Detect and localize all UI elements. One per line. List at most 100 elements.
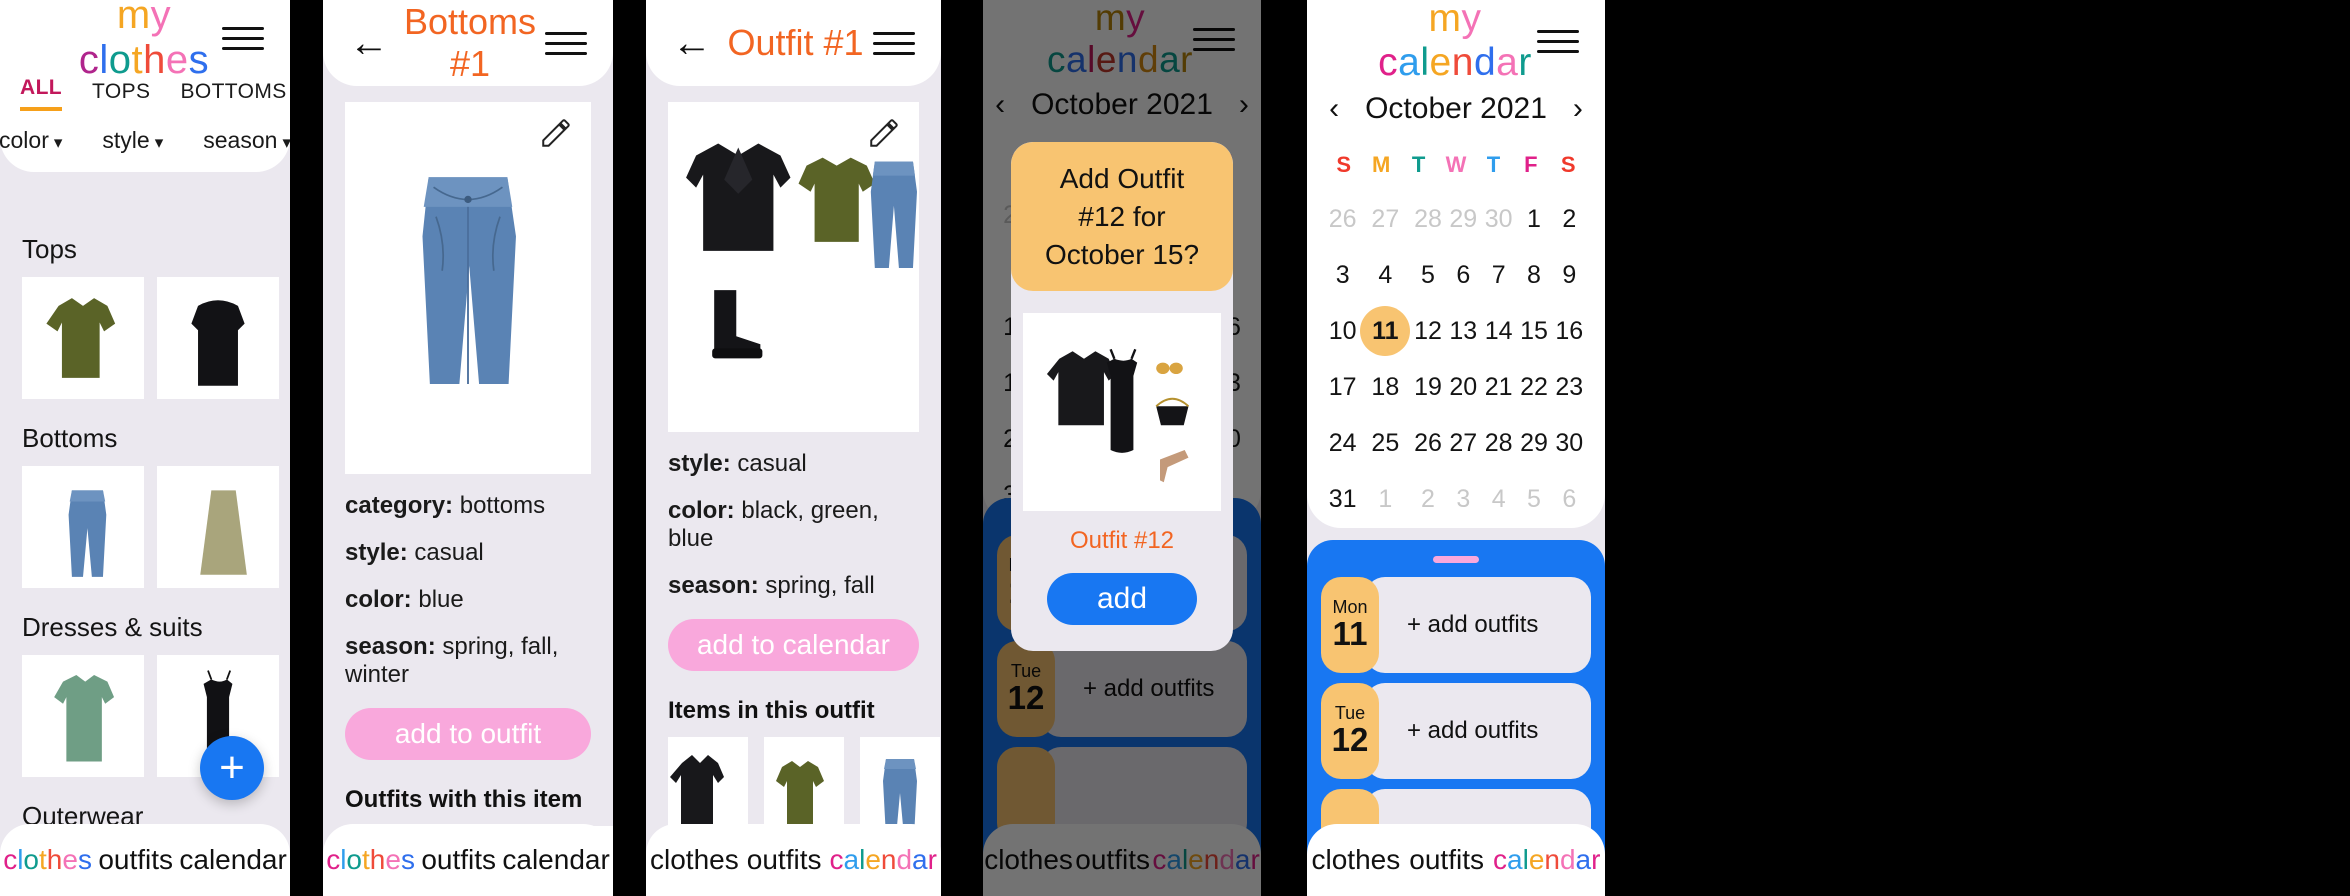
hamburger-icon[interactable]	[222, 26, 264, 50]
attribute-row: style: casual	[345, 539, 484, 566]
calendar-day[interactable]: 20	[1446, 362, 1481, 412]
calendar-day[interactable]: 29	[1516, 418, 1551, 468]
hamburger-icon[interactable]	[873, 31, 915, 55]
nav-calendar[interactable]: calendar	[830, 844, 937, 876]
nav-clothes[interactable]: clothes	[650, 844, 739, 876]
calendar-day[interactable]: 2	[1410, 474, 1445, 524]
add-item-fab[interactable]: +	[200, 736, 264, 800]
nav-clothes[interactable]: clothes	[1312, 844, 1401, 876]
calendar-day[interactable]: 12	[1410, 306, 1445, 356]
calendar-day[interactable]: 13	[1446, 306, 1481, 356]
nav-clothes[interactable]: clothes	[3, 844, 92, 876]
nav-outfits[interactable]: outfits	[1409, 844, 1484, 876]
day-row[interactable]: Tue 12 + add outfits	[1321, 683, 1591, 779]
calendar-day[interactable]: 26	[1410, 418, 1445, 468]
bottom-nav[interactable]: clothesoutfitscalendar	[323, 824, 613, 896]
bottom-nav[interactable]: clothesoutfitscalendar	[646, 824, 941, 896]
calendar-day[interactable]: 28	[1481, 418, 1516, 468]
calendar-day[interactable]: 26	[1325, 194, 1360, 244]
month-switcher[interactable]: ‹ October 2021 ›	[1307, 82, 1605, 152]
hamburger-icon[interactable]	[545, 31, 587, 55]
calendar-day[interactable]: 31	[1325, 474, 1360, 524]
calendar-day[interactable]: 6	[1446, 250, 1481, 300]
pencil-icon[interactable]	[867, 116, 901, 150]
hamburger-icon[interactable]	[1537, 29, 1579, 53]
clothing-item-cell[interactable]	[22, 655, 144, 777]
filter-row[interactable]: color ▾ style ▾ season ▾	[0, 117, 290, 172]
calendar-day[interactable]: 28	[1410, 194, 1445, 244]
pencil-icon[interactable]	[539, 116, 573, 150]
nav-calendar[interactable]: calendar	[179, 844, 286, 876]
calendar-grid[interactable]: 2627282930123456789101112131415161718192…	[1307, 190, 1605, 524]
calendar-day[interactable]: 30	[1552, 418, 1587, 468]
calendar-day[interactable]: 17	[1325, 362, 1360, 412]
calendar-day[interactable]: 3	[1446, 474, 1481, 524]
chevron-right-icon[interactable]: ›	[1573, 92, 1583, 126]
item-grid[interactable]: +	[0, 466, 290, 588]
tab-bottoms[interactable]: BOTTOMS	[180, 80, 286, 111]
calendar-day[interactable]: 8	[1516, 250, 1551, 300]
attribute-row: season: spring, fall, winter	[345, 633, 559, 688]
calendar-day[interactable]: 2	[1552, 194, 1587, 244]
filter-style[interactable]: style ▾	[102, 127, 163, 154]
calendar-day[interactable]: 1	[1360, 474, 1410, 524]
category-tabs[interactable]: ALLTOPSBOTTOMSDRESSES & SUITSO	[0, 76, 290, 117]
calendar-day[interactable]: 16	[1552, 306, 1587, 356]
calendar-day[interactable]: 10	[1325, 306, 1360, 356]
arrow-left-icon[interactable]: ←	[349, 23, 395, 63]
nav-outfits[interactable]: outfits	[98, 844, 173, 876]
panel-bottoms-detail: ← Bottoms #1 category: bottoms style: cas…	[323, 0, 613, 896]
nav-outfits[interactable]: outfits	[747, 844, 822, 876]
nav-calendar[interactable]: calendar	[1493, 844, 1600, 876]
sheet-drag-handle[interactable]	[1433, 556, 1479, 563]
bottom-nav[interactable]: clothesoutfitscalendar	[0, 824, 290, 896]
calendar-day[interactable]: 22	[1516, 362, 1551, 412]
tab-tops[interactable]: TOPS	[92, 80, 150, 111]
attribute-row: color: blue	[345, 586, 464, 613]
calendar-day[interactable]: 24	[1325, 418, 1360, 468]
filter-season[interactable]: season ▾	[203, 127, 290, 154]
clothing-item-cell[interactable]	[157, 466, 279, 588]
calendar-day[interactable]: 5	[1516, 474, 1551, 524]
day-row[interactable]: Mon 11 + add outfits	[1321, 577, 1591, 673]
olive-skirt-illustration	[200, 490, 247, 575]
chevron-left-icon[interactable]: ‹	[1329, 92, 1339, 126]
weekday-3: W	[1445, 152, 1467, 177]
clothing-item-cell[interactable]	[157, 277, 279, 399]
calendar-day[interactable]: 4	[1481, 474, 1516, 524]
calendar-day[interactable]: 7	[1481, 250, 1516, 300]
calendar-day[interactable]: 4	[1360, 250, 1410, 300]
calendar-day[interactable]: 6	[1552, 474, 1587, 524]
bottom-nav[interactable]: clothesoutfits calendar	[1307, 824, 1605, 896]
filter-color[interactable]: color ▾	[0, 127, 62, 154]
calendar-day[interactable]: 18	[1360, 362, 1410, 412]
add-to-calendar-button[interactable]: add to calendar	[668, 619, 919, 671]
nav-calendar[interactable]: calendar	[502, 844, 609, 876]
calendar-day[interactable]: 27	[1446, 418, 1481, 468]
calendar-day[interactable]: 14	[1481, 306, 1516, 356]
calendar-day[interactable]: 15	[1516, 306, 1551, 356]
nav-outfits[interactable]: outfits	[421, 844, 496, 876]
add-outfits-slot[interactable]: + add outfits	[1365, 683, 1591, 779]
arrow-left-icon[interactable]: ←	[672, 23, 718, 63]
calendar-day[interactable]: 25	[1360, 418, 1410, 468]
confirm-add-button[interactable]: add	[1047, 573, 1197, 626]
add-to-outfit-button[interactable]: add to outfit	[345, 708, 591, 760]
calendar-day[interactable]: 27	[1360, 194, 1410, 244]
clothing-item-cell[interactable]	[22, 277, 144, 399]
tab-all[interactable]: ALL	[20, 76, 63, 111]
calendar-day[interactable]: 19	[1410, 362, 1445, 412]
calendar-day[interactable]: 3	[1325, 250, 1360, 300]
add-outfits-slot[interactable]: + add outfits	[1365, 577, 1591, 673]
calendar-day[interactable]: 9	[1552, 250, 1587, 300]
calendar-day[interactable]: 5	[1410, 250, 1445, 300]
calendar-day[interactable]: 23	[1552, 362, 1587, 412]
calendar-day[interactable]: 21	[1481, 362, 1516, 412]
calendar-day[interactable]: 30	[1481, 194, 1516, 244]
item-grid[interactable]	[0, 277, 290, 399]
calendar-day[interactable]: 11	[1360, 306, 1411, 356]
nav-clothes[interactable]: clothes	[326, 844, 415, 876]
calendar-day[interactable]: 1	[1516, 194, 1551, 244]
clothing-item-cell[interactable]	[22, 466, 144, 588]
calendar-day[interactable]: 29	[1446, 194, 1481, 244]
